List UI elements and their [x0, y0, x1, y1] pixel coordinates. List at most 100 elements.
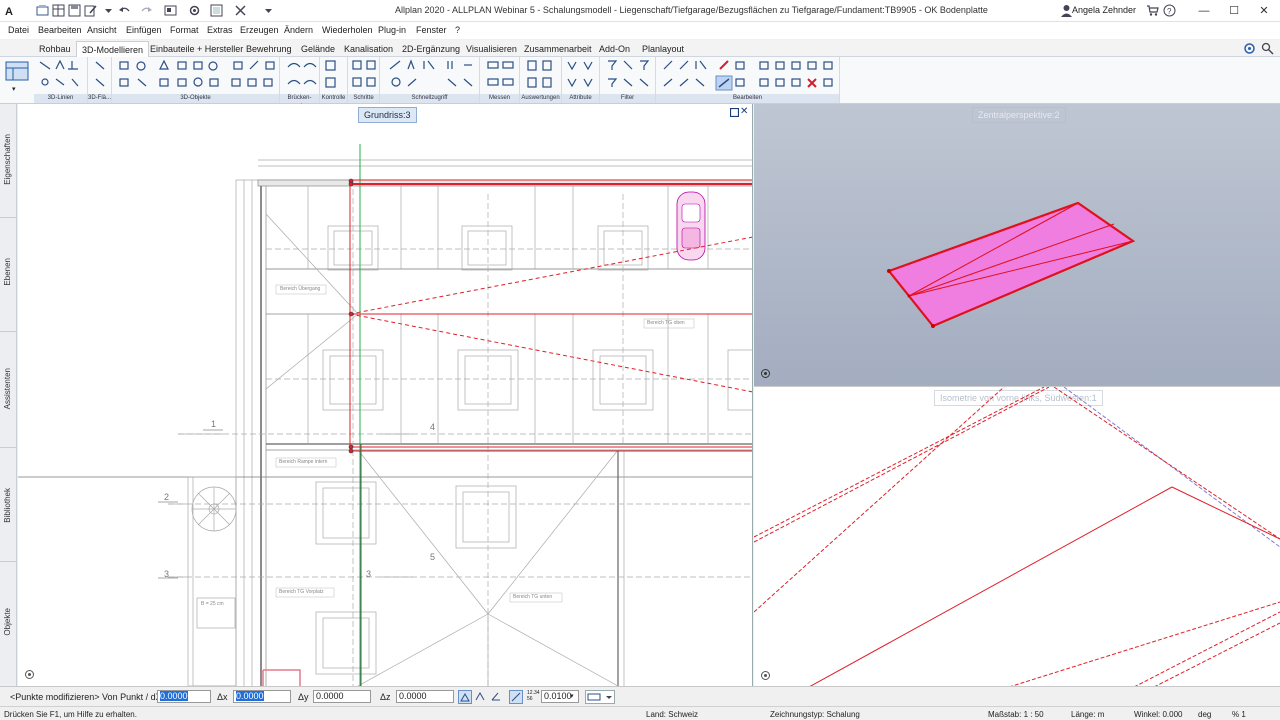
slab-3d-view[interactable] — [754, 104, 1280, 386]
layer-select-icon[interactable] — [585, 690, 615, 704]
track-icon[interactable] — [474, 690, 488, 704]
group-label: Messen — [480, 94, 519, 103]
menu-einfuegen[interactable]: Einfügen — [126, 25, 162, 35]
shop-cart-icon[interactable] — [1146, 4, 1159, 17]
stair-note: B = 25 cm — [201, 601, 224, 607]
group-label: Brücken- und... — [280, 94, 319, 110]
dz-field[interactable]: 0.0000 — [396, 690, 454, 703]
menu-bearbeiten[interactable]: Bearbeiten — [38, 25, 82, 35]
ribbon-tool-icons[interactable] — [0, 57, 840, 95]
tab-add-on[interactable]: Add-On — [599, 44, 630, 54]
dialog-input-line: <Punkte modifizieren> Von Punkt / dX 0.0… — [0, 686, 1280, 706]
car-symbol — [676, 191, 706, 261]
sidetab-label: Assistenten — [3, 368, 12, 410]
view-settings-icon[interactable] — [24, 669, 35, 680]
redo-icon[interactable] — [140, 4, 153, 17]
ribbon-search-icon[interactable] — [1261, 42, 1274, 55]
tab-kanalisation[interactable]: Kanalisation — [344, 44, 393, 54]
sidetab-eigenschaften[interactable]: Eigenschaften — [0, 104, 17, 218]
tab-bewehrung[interactable]: Bewehrung — [246, 44, 292, 54]
status-bar: Drücken Sie F1, um Hilfe zu erhalten. La… — [0, 706, 1280, 720]
axis-number: 5 — [430, 552, 436, 562]
axis-number: 3 — [366, 569, 372, 579]
status-laenge[interactable]: Länge: m — [1071, 710, 1104, 719]
sidetab-objekte[interactable]: Objekte — [0, 562, 17, 686]
grid-icon[interactable] — [210, 4, 223, 17]
layout-icon[interactable] — [164, 4, 177, 17]
view-settings-icon[interactable] — [760, 368, 771, 379]
tab-3d-modellieren[interactable]: 3D-Modellieren — [76, 41, 150, 57]
help-icon[interactable]: ? — [1163, 4, 1176, 17]
minimize-button[interactable]: — — [1196, 3, 1212, 19]
menu-extras[interactable]: Extras — [207, 25, 233, 35]
tools-icon[interactable] — [234, 4, 247, 17]
tab-planlayout[interactable]: Planlayout — [642, 44, 684, 54]
menu-aendern[interactable]: Ändern — [284, 25, 313, 35]
line-icon[interactable] — [509, 690, 523, 704]
tab-zusammenarbeit[interactable]: Zusammenarbeit — [524, 44, 592, 54]
group-label: Attribute — [562, 94, 599, 103]
menu-ansicht[interactable]: Ansicht — [87, 25, 117, 35]
chevron-down-icon[interactable]: ▾ — [570, 692, 574, 700]
maximize-viewport-icon[interactable] — [729, 107, 740, 118]
viewport-grundriss[interactable]: Bereich Übergang Bereich TG oben Bereich… — [18, 104, 753, 686]
tab-einbauteile[interactable]: Einbauteile + Hersteller — [150, 44, 243, 54]
allplan-logo-icon[interactable]: A — [4, 4, 17, 18]
menu-help[interactable]: ? — [455, 25, 460, 35]
close-button[interactable]: ✕ — [1256, 3, 1272, 19]
floor-plan-drawing[interactable] — [18, 104, 753, 686]
dx-label: Δx — [217, 692, 228, 702]
tab-2d-ergaenzung[interactable]: 2D-Ergänzung — [402, 44, 460, 54]
menu-bar: Datei Bearbeiten Ansicht Einfügen Format… — [0, 22, 1280, 39]
viewport-zentralperspektive[interactable]: Zentralperspektive:2 — [754, 104, 1280, 386]
close-viewport-icon[interactable]: ✕ — [740, 106, 748, 117]
undo-icon[interactable] — [118, 4, 131, 17]
menu-plugin[interactable]: Plug-in — [378, 25, 406, 35]
dy-field[interactable]: 0.0000 — [313, 690, 371, 703]
ribbon-settings-icon[interactable] — [1243, 42, 1256, 55]
customize-quick-access-icon[interactable] — [262, 4, 275, 17]
point-snap-icon[interactable] — [458, 690, 472, 704]
field-value: 0.0000 — [236, 691, 264, 701]
viewport-title-grundriss[interactable]: Grundriss:3 — [358, 107, 417, 123]
status-percent[interactable]: % 1 — [1232, 710, 1246, 719]
user-name[interactable]: Angela Zehnder — [1072, 5, 1136, 15]
dropdown-arrow-icon[interactable] — [102, 4, 115, 17]
menu-erzeugen[interactable]: Erzeugen — [240, 25, 279, 35]
status-massstab[interactable]: Maßstab: 1 : 50 — [988, 710, 1044, 719]
menu-datei[interactable]: Datei — [8, 25, 29, 35]
title-bar: A Allplan 2020 - ALLPLAN Webinar 5 - Sch… — [0, 0, 1280, 22]
axis-number: 2 — [164, 492, 170, 502]
menu-fenster[interactable]: Fenster — [416, 25, 447, 35]
tab-visualisieren[interactable]: Visualisieren — [466, 44, 517, 54]
table-icon[interactable] — [52, 4, 65, 17]
viewport-isometrie[interactable]: Isometrie von vorne links, Südwesten:1 — [754, 386, 1280, 686]
sidetab-bibliothek[interactable]: Bibliothek — [0, 448, 17, 562]
input-prompt: <Punkte modifizieren> Von Punkt / dX — [10, 692, 162, 702]
sidetab-label: Eigenschaften — [3, 134, 12, 185]
axis-number: 3 — [164, 569, 170, 579]
from-point-dx-field[interactable]: 0.0000 — [157, 690, 211, 703]
menu-format[interactable]: Format — [170, 25, 199, 35]
status-zeichnungstyp[interactable]: Zeichnungstyp: Schalung — [770, 710, 860, 719]
edit-icon[interactable] — [84, 4, 97, 17]
status-deg[interactable]: deg — [1198, 710, 1211, 719]
sidetab-assistenten[interactable]: Assistenten — [0, 332, 17, 448]
sidetab-ebenen[interactable]: Ebenen — [0, 218, 17, 332]
status-land: Land: Schweiz — [646, 710, 699, 719]
dx-field[interactable]: 0.0000 — [233, 690, 291, 703]
group-label: Schnellzugriff — [380, 94, 479, 103]
group-label: 3D-Objekte — [112, 94, 279, 103]
status-winkel[interactable]: Winkel: 0.000 — [1134, 710, 1182, 719]
settings-icon[interactable] — [188, 4, 201, 17]
view-settings-icon[interactable] — [760, 670, 771, 681]
maximize-button[interactable]: ☐ — [1226, 3, 1242, 19]
tab-gelaende[interactable]: Gelände — [301, 44, 335, 54]
label-bereich-rampe: Bereich Rampe intern — [279, 459, 328, 465]
iso-drawing[interactable] — [754, 387, 1280, 686]
menu-wiederholen[interactable]: Wiederholen — [322, 25, 373, 35]
open-project-icon[interactable] — [36, 4, 49, 17]
angle-icon[interactable] — [490, 690, 504, 704]
tab-rohbau[interactable]: Rohbau — [39, 44, 71, 54]
save-icon[interactable] — [68, 4, 81, 17]
